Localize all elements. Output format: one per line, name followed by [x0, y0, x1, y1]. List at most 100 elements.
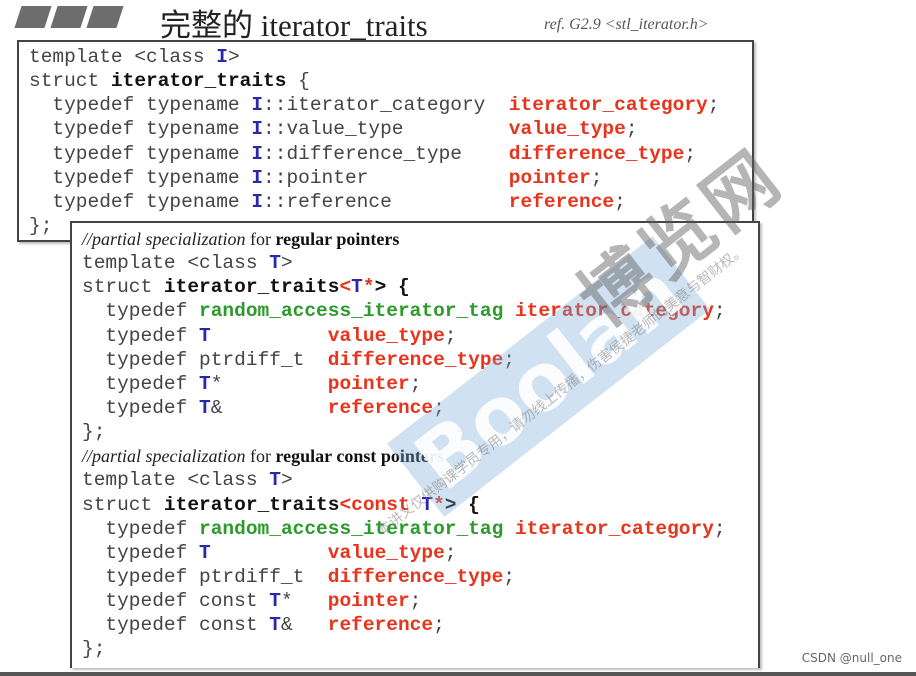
code-line: typedef typename I::reference reference;: [29, 190, 719, 214]
code-token: typedef ptrdiff_t: [82, 565, 328, 588]
code-token: template <class: [29, 46, 217, 68]
code-line: struct iterator_traits<const T*> {: [82, 493, 726, 517]
code-line: typedef typename I::difference_type diff…: [29, 142, 719, 166]
code-token: T: [351, 276, 363, 299]
code-token: pointer: [327, 372, 410, 395]
code-token: reference: [327, 396, 434, 419]
code-token: >: [227, 46, 240, 68]
code-token: for: [245, 446, 276, 467]
bottom-divider: [0, 672, 916, 676]
code-token: >: [280, 469, 293, 492]
code-token: ;: [433, 396, 445, 419]
code-line: typedef typename I::iterator_category it…: [29, 93, 719, 117]
code-token: typedef ptrdiff_t: [82, 348, 328, 371]
code-token: *: [280, 590, 328, 613]
code-token: typedef typename: [29, 118, 252, 141]
code-token: struct: [29, 70, 111, 93]
code-block: template <class I> struct iterator_traits…: [29, 45, 719, 238]
code-token: typedef typename: [29, 142, 252, 165]
code-token: typedef: [82, 517, 200, 540]
code-token: ::value_type: [263, 118, 509, 141]
code-token: T: [421, 493, 434, 516]
code-token: value_type: [327, 541, 445, 564]
code-token: reference: [508, 190, 615, 213]
page-title: 完整的 iterator_traits: [160, 8, 428, 43]
code-line: };: [82, 420, 726, 444]
code-token: typedef const: [82, 614, 270, 637]
code-line: };: [82, 637, 726, 661]
decor-bar: [14, 6, 52, 28]
code-token: iterator_category: [514, 300, 714, 323]
code-token: ;: [614, 190, 626, 213]
code-token: iterator_traits: [163, 276, 340, 299]
code-line: typedef T value_type;: [82, 324, 726, 348]
code-token: value_type: [327, 324, 445, 347]
code-line: typedef random_access_iterator_tag itera…: [82, 517, 725, 541]
code-token: ;: [684, 142, 697, 165]
code-token: ::difference_type: [263, 142, 509, 165]
code-token: for: [245, 229, 276, 249]
code-token: difference_type: [327, 565, 504, 588]
code-token: difference_type: [508, 142, 685, 165]
code-token: ;: [707, 94, 720, 117]
code-line: typedef T* pointer;: [82, 372, 726, 396]
credit-text: CSDN @null_one: [801, 651, 902, 665]
code-line: template <class T>: [82, 468, 726, 492]
code-token: };: [82, 421, 106, 444]
code-token: {: [286, 70, 310, 93]
code-line: struct iterator_traits<T*> {: [82, 275, 726, 299]
code-token: iterator_category: [514, 517, 714, 540]
code-token: T: [199, 372, 211, 395]
code-token: };: [82, 638, 106, 661]
decor-bar: [50, 6, 88, 28]
code-token: I: [251, 94, 264, 117]
code-token: T: [269, 590, 281, 613]
code-token: struct: [82, 276, 164, 299]
code-token: typedef const: [82, 590, 270, 613]
code-token: T: [269, 252, 281, 275]
code-token: T: [269, 614, 281, 637]
code-token: I: [216, 46, 228, 68]
code-token: //partial specialization: [82, 446, 246, 467]
title-decoration: [14, 6, 124, 28]
code-line: typedef random_access_iterator_tag itera…: [82, 299, 725, 323]
code-token: *: [433, 493, 445, 516]
code-token: typedef typename: [29, 166, 252, 189]
code-token: &: [210, 396, 328, 419]
code-token: *: [210, 372, 328, 395]
code-token: ;: [590, 166, 603, 189]
code-line: typedef ptrdiff_t difference_type;: [82, 348, 726, 372]
code-token: ;: [503, 565, 515, 588]
code-line: typedef typename I::pointer pointer;: [29, 166, 719, 190]
code-token: typedef: [82, 324, 200, 347]
code-line: typedef T& reference;: [82, 396, 726, 420]
partial-specializations-box: //partial specialization for regular poi…: [70, 221, 760, 668]
code-token: iterator_category: [508, 94, 708, 117]
code-line: typedef T value_type;: [82, 541, 726, 565]
code-token: ;: [503, 348, 515, 371]
code-token: pointer: [508, 166, 591, 189]
code-token: I: [251, 190, 264, 213]
code-token: regular const pointers: [275, 446, 444, 467]
code-token: typedef: [82, 396, 200, 419]
code-token: T: [199, 541, 211, 564]
decor-bar: [86, 6, 124, 28]
code-line: typedef typename I::value_type value_typ…: [29, 117, 719, 141]
code-line: //partial specialization for regular poi…: [82, 227, 726, 251]
code-token: ::reference: [263, 190, 509, 213]
code-token: ;: [409, 590, 422, 613]
code-token: random_access_iterator_tag: [199, 517, 504, 540]
code-token: ;: [409, 372, 422, 395]
code-token: typedef: [82, 300, 200, 323]
code-token: };: [29, 214, 53, 237]
code-token: ;: [444, 541, 457, 564]
code-token: *: [362, 276, 375, 299]
code-token: I: [251, 118, 264, 141]
code-token: iterator_traits: [110, 70, 287, 93]
code-token: I: [251, 166, 264, 189]
code-token: difference_type: [327, 348, 504, 371]
source-reference: ref. G2.9 <stl_iterator.h>: [544, 16, 709, 33]
code-token: reference: [327, 614, 434, 637]
code-token: T: [269, 469, 281, 492]
